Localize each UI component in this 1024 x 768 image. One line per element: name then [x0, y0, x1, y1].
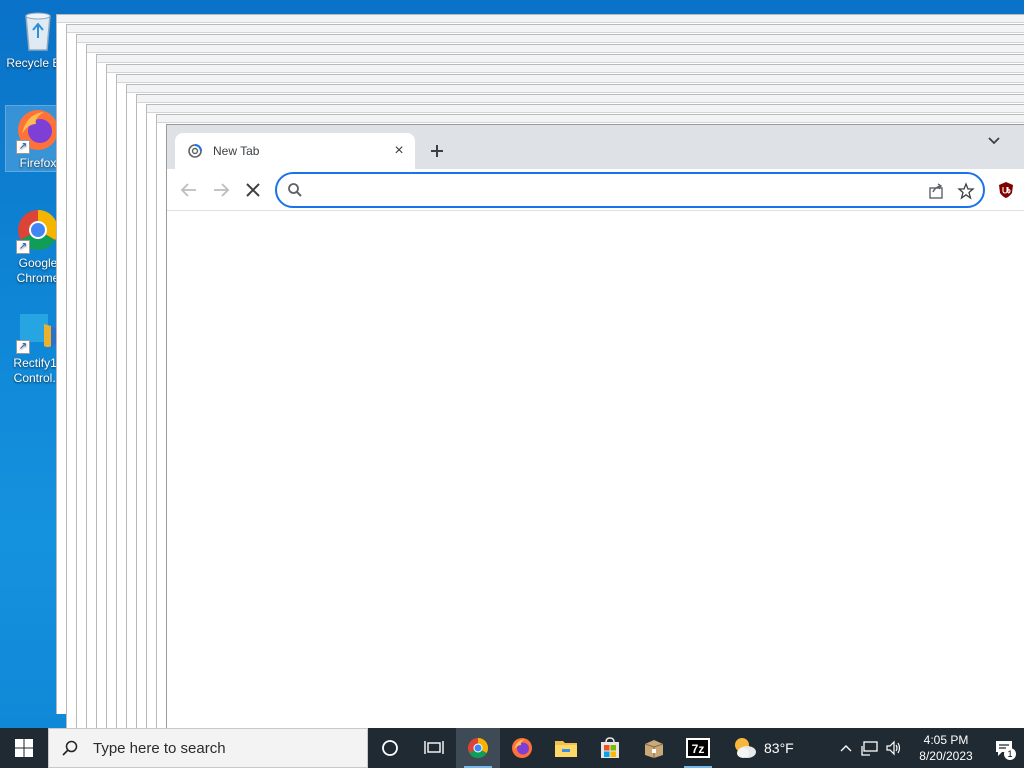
browser-window: New Tab × — [166, 124, 1024, 728]
ublock-extension-icon[interactable] — [997, 181, 1015, 199]
chrome-icon: ↗ — [14, 206, 62, 254]
tab-strip: New Tab × — [167, 125, 1024, 169]
tab-title: New Tab — [213, 144, 260, 158]
arrow-left-icon — [180, 183, 196, 197]
browser-toolbar — [167, 169, 1024, 211]
loading-favicon-icon — [188, 144, 202, 158]
new-tab-button[interactable] — [425, 139, 449, 163]
tab-new-tab[interactable]: New Tab × — [175, 133, 415, 169]
chevron-down-icon — [988, 137, 1000, 145]
arrow-right-icon — [214, 183, 230, 197]
shortcut-arrow-icon: ↗ — [16, 140, 30, 154]
shortcut-arrow-icon: ↗ — [16, 240, 30, 254]
7zip-icon: 7z — [686, 738, 710, 758]
volume-button[interactable] — [882, 728, 906, 768]
notification-count-badge: 1 — [1004, 748, 1016, 760]
windows-logo-icon — [15, 739, 33, 757]
partly-cloudy-icon — [735, 738, 756, 758]
taskbar-clock[interactable]: 4:05 PM 8/20/2023 — [906, 732, 986, 764]
desktop-icon-label: Firefox — [19, 156, 57, 170]
tab-search-button[interactable] — [984, 131, 1004, 151]
taskbar-chrome[interactable] — [456, 728, 500, 768]
weather-widget[interactable]: 83°F — [732, 736, 828, 760]
share-icon[interactable] — [927, 182, 945, 200]
start-button[interactable] — [0, 728, 48, 768]
forward-button[interactable] — [209, 178, 233, 202]
speaker-icon — [886, 740, 901, 756]
firefox-icon: ↗ — [14, 106, 62, 154]
task-view-icon — [424, 741, 444, 754]
tab-close-icon[interactable]: × — [391, 143, 407, 159]
address-input[interactable] — [309, 179, 899, 201]
stop-button[interactable] — [241, 178, 265, 202]
recycle-bin-icon — [14, 6, 62, 54]
package-icon — [644, 740, 664, 758]
search-icon — [288, 183, 302, 197]
taskbar-7zip[interactable]: 7z — [676, 728, 720, 768]
shortcut-arrow-icon: ↗ — [16, 340, 30, 354]
system-tray — [834, 728, 906, 768]
rectify11-icon: ↗ — [14, 306, 62, 354]
plus-icon — [431, 145, 443, 157]
network-icon — [861, 741, 878, 756]
taskbar-search[interactable]: Type here to search — [48, 728, 368, 768]
back-button[interactable] — [177, 178, 201, 202]
chrome-icon — [468, 738, 488, 758]
folder-icon — [555, 741, 577, 757]
cortana-circle-icon — [382, 740, 398, 756]
weather-temperature: 83°F — [764, 740, 794, 756]
close-icon — [246, 183, 260, 197]
taskbar-firefox[interactable] — [500, 728, 544, 768]
network-button[interactable] — [858, 728, 882, 768]
action-center-button[interactable]: 1 — [986, 728, 1022, 768]
task-view-button[interactable] — [412, 728, 456, 768]
search-icon — [62, 740, 78, 756]
tray-overflow-button[interactable] — [834, 728, 858, 768]
taskbar-store[interactable] — [588, 728, 632, 768]
taskbar-archive-app[interactable] — [632, 728, 676, 768]
chevron-up-icon — [840, 745, 852, 752]
star-icon[interactable] — [957, 182, 975, 200]
taskbar: Type here to search 7z 83°F 4:05 PM 8/20… — [0, 728, 1024, 768]
svg-text:7z: 7z — [692, 742, 705, 756]
search-placeholder: Type here to search — [93, 739, 226, 757]
cortana-button[interactable] — [368, 728, 412, 768]
store-icon — [601, 737, 619, 758]
address-bar[interactable] — [275, 172, 985, 208]
firefox-icon — [512, 738, 532, 758]
clock-date: 8/20/2023 — [919, 749, 973, 763]
page-content — [167, 211, 1024, 728]
taskbar-file-explorer[interactable] — [544, 728, 588, 768]
clock-time: 4:05 PM — [923, 733, 969, 747]
